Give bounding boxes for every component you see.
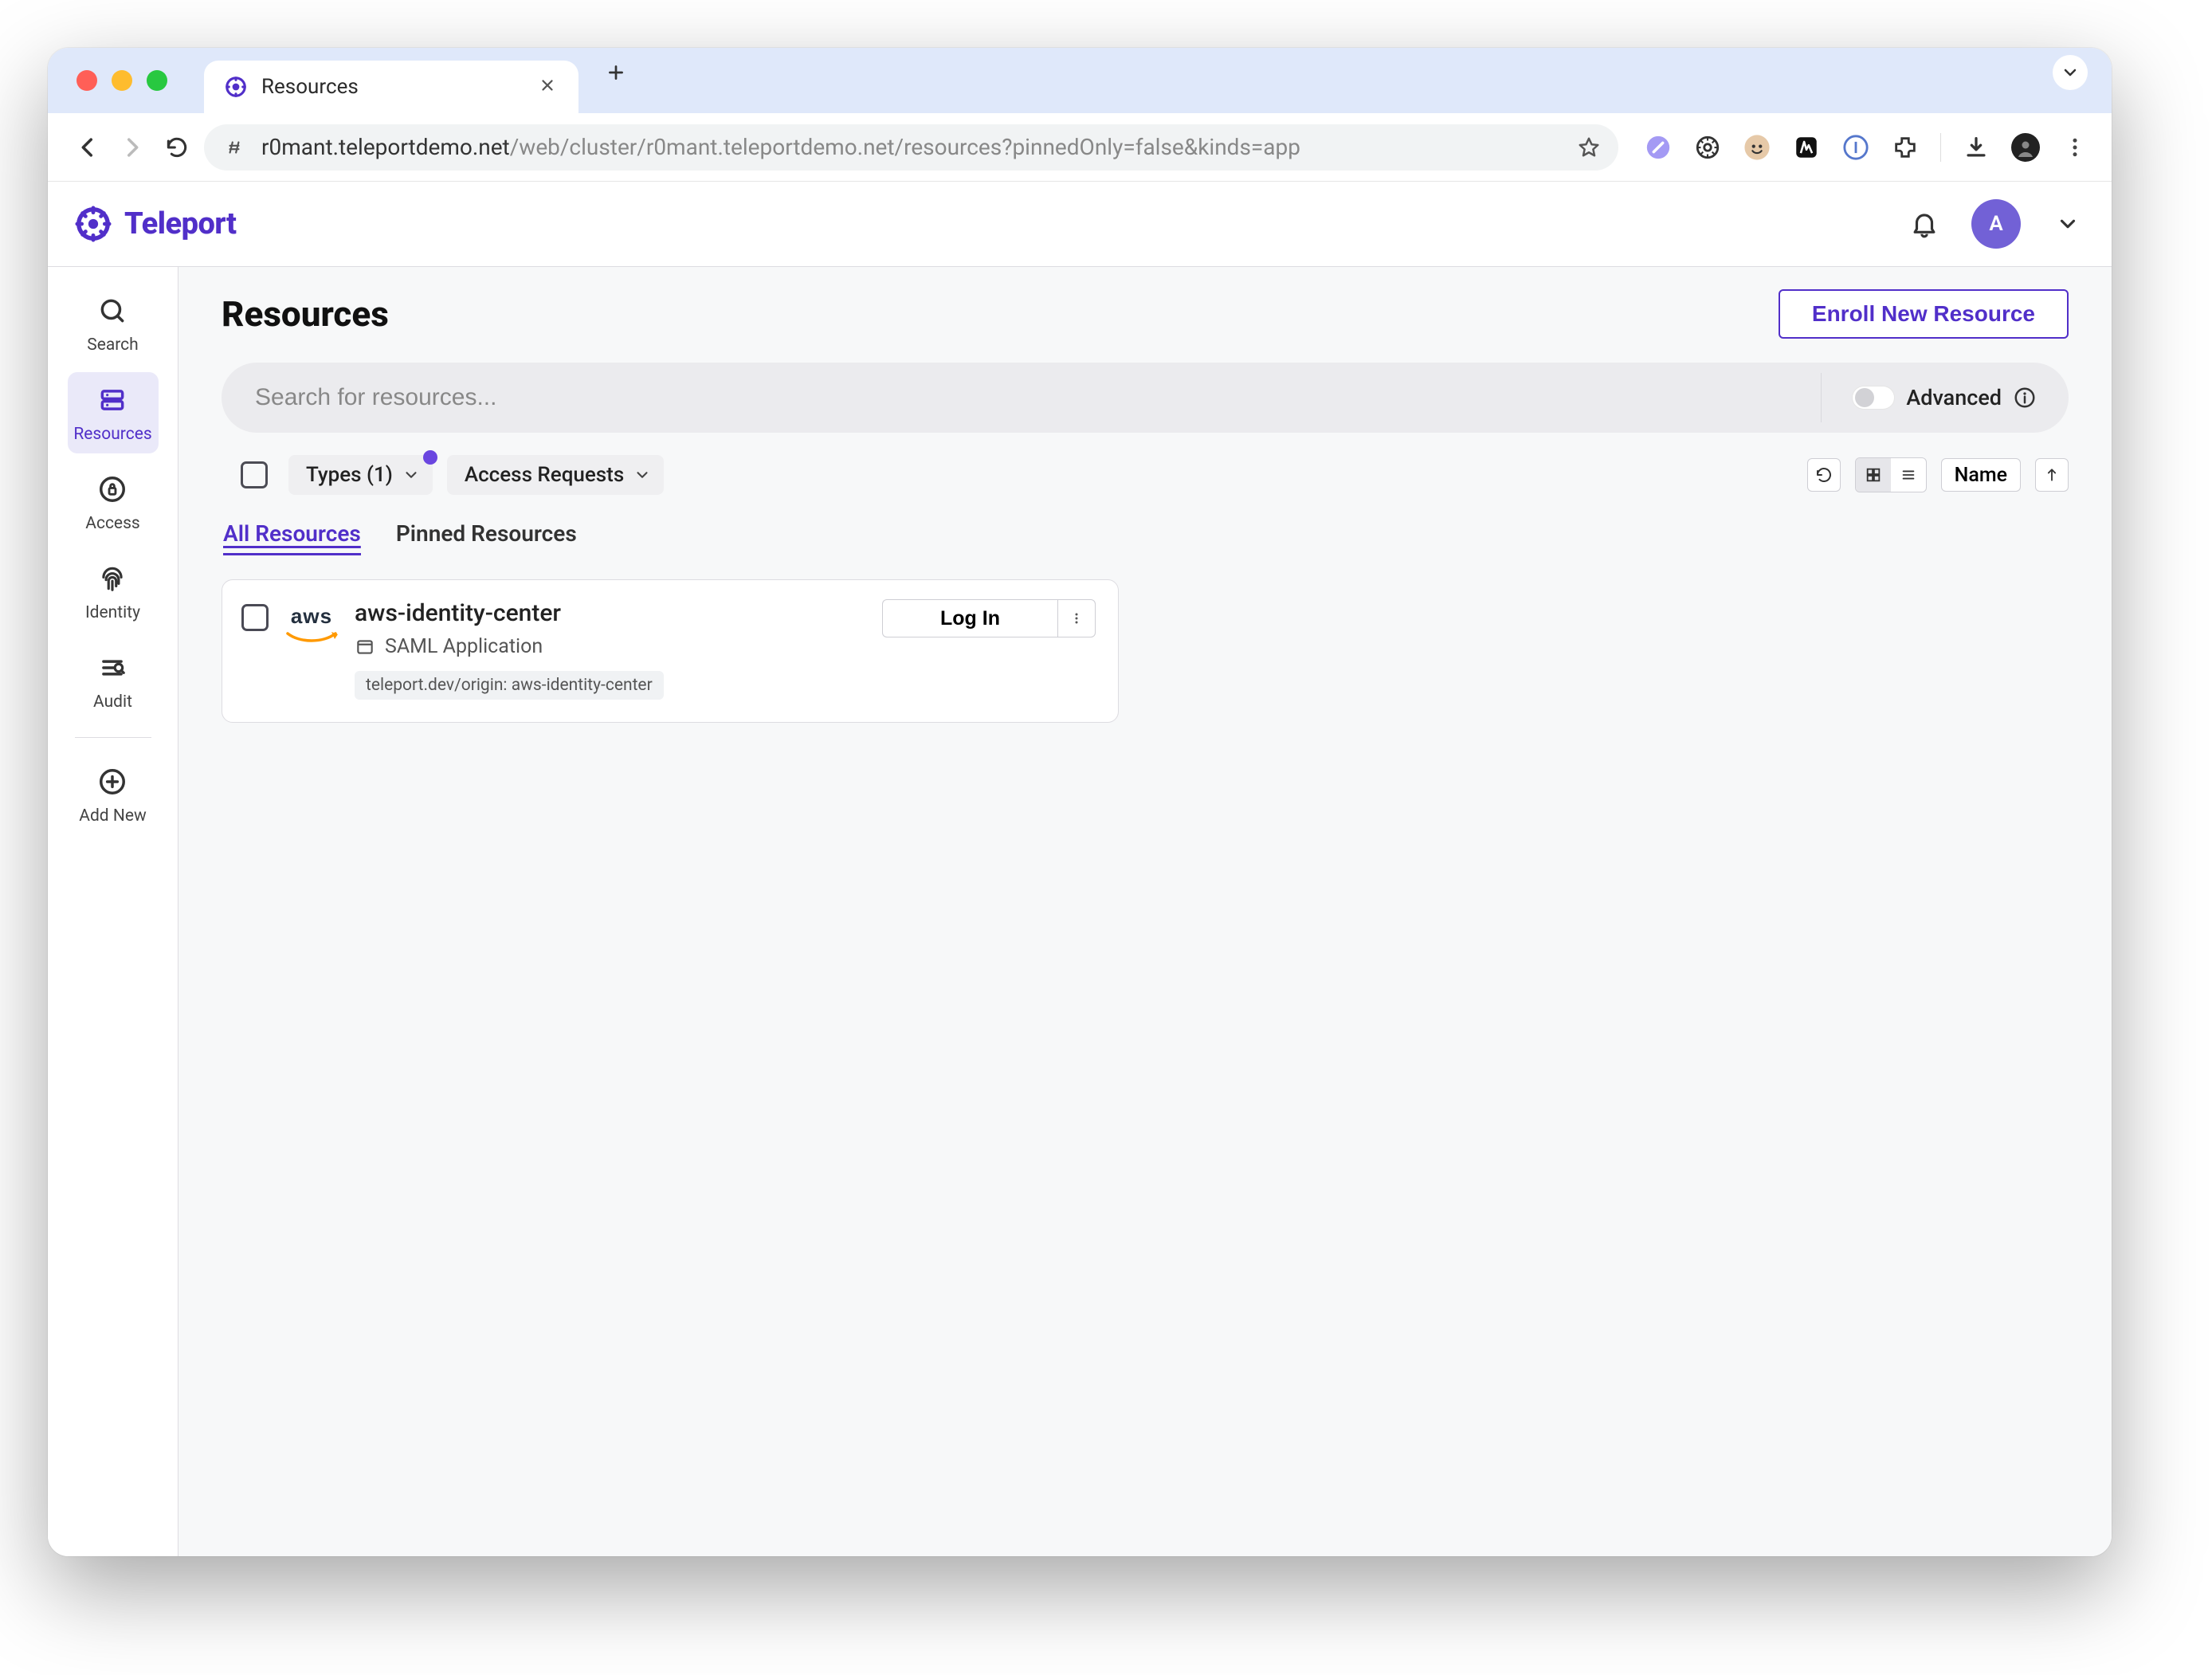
chevron-down-icon bbox=[633, 466, 651, 484]
audit-icon bbox=[97, 653, 129, 685]
url-text: r0mant.teleportdemo.net/web/cluster/r0ma… bbox=[261, 134, 1563, 160]
bookmark-icon[interactable] bbox=[1577, 135, 1601, 159]
extensions-menu-icon[interactable] bbox=[1891, 133, 1920, 162]
extension-2-icon[interactable] bbox=[1693, 133, 1722, 162]
extension-3-icon[interactable] bbox=[1743, 133, 1771, 162]
resource-menu-button[interactable] bbox=[1057, 599, 1096, 637]
notifications-icon[interactable] bbox=[1908, 207, 1941, 241]
extension-4-icon[interactable] bbox=[1792, 133, 1821, 162]
address-bar[interactable]: r0mant.teleportdemo.net/web/cluster/r0ma… bbox=[204, 124, 1618, 171]
types-filter-button[interactable]: Types (1) bbox=[288, 455, 433, 495]
sidebar-item-search[interactable]: Search bbox=[68, 283, 159, 364]
refresh-button[interactable] bbox=[1807, 458, 1841, 492]
resource-name: aws-identity-center bbox=[355, 599, 868, 627]
page-title: Resources bbox=[222, 293, 389, 335]
sidebar-item-identity[interactable]: Identity bbox=[68, 551, 159, 632]
fingerprint-icon bbox=[97, 563, 129, 595]
divider bbox=[1821, 373, 1822, 422]
sort-button[interactable]: Name bbox=[1941, 458, 2021, 492]
browser-tab[interactable]: Resources bbox=[204, 61, 578, 113]
window-controls bbox=[76, 70, 167, 91]
select-all-checkbox[interactable] bbox=[241, 461, 268, 488]
close-window-icon[interactable] bbox=[76, 70, 97, 91]
browser-tabstrip: Resources bbox=[48, 48, 2112, 113]
access-requests-label: Access Requests bbox=[465, 463, 624, 487]
sidebar-item-label: Audit bbox=[93, 692, 132, 712]
brand-name: Teleport bbox=[124, 206, 236, 241]
teleport-logo-icon bbox=[75, 206, 112, 242]
minimize-window-icon[interactable] bbox=[112, 70, 132, 91]
view-toggle bbox=[1855, 457, 1927, 492]
user-menu-chevron-icon[interactable] bbox=[2051, 207, 2085, 241]
plus-circle-icon bbox=[97, 767, 129, 798]
tab-favicon-icon bbox=[223, 74, 249, 100]
extension-1-icon[interactable] bbox=[1644, 133, 1673, 162]
extension-5-icon[interactable] bbox=[1841, 133, 1870, 162]
tab-overflow-button[interactable] bbox=[2053, 55, 2088, 90]
sidebar-separator bbox=[75, 737, 151, 738]
list-view-button[interactable] bbox=[1891, 458, 1926, 492]
forward-button[interactable] bbox=[115, 130, 150, 165]
aws-logo-icon: aws bbox=[283, 599, 340, 700]
app-header: Teleport A bbox=[48, 182, 2112, 267]
sort-label: Name bbox=[1955, 464, 2007, 487]
sidebar-item-label: Access bbox=[85, 514, 140, 533]
downloads-icon[interactable] bbox=[1962, 133, 1990, 162]
new-tab-button[interactable] bbox=[602, 59, 629, 86]
sidebar-item-label: Search bbox=[87, 335, 139, 355]
types-filter-label: Types (1) bbox=[306, 463, 393, 487]
sidebar-item-label: Resources bbox=[73, 425, 151, 444]
search-input[interactable] bbox=[253, 383, 1790, 412]
advanced-toggle[interactable] bbox=[1852, 386, 1895, 410]
sidebar-item-access[interactable]: Access bbox=[68, 461, 159, 543]
search-bar: Advanced bbox=[222, 363, 2069, 433]
info-icon[interactable] bbox=[2013, 386, 2037, 410]
close-tab-icon[interactable] bbox=[539, 76, 559, 97]
resource-tabs: All Resources Pinned Resources bbox=[223, 520, 2069, 555]
chrome-menu-icon[interactable] bbox=[2061, 133, 2089, 162]
sort-direction-button[interactable] bbox=[2035, 458, 2069, 492]
brand[interactable]: Teleport bbox=[75, 206, 236, 242]
sidebar-item-resources[interactable]: Resources bbox=[68, 372, 159, 453]
chevron-down-icon bbox=[402, 466, 420, 484]
tab-all-resources[interactable]: All Resources bbox=[223, 520, 361, 555]
server-icon bbox=[97, 385, 129, 417]
enroll-resource-button[interactable]: Enroll New Resource bbox=[1779, 289, 2069, 339]
browser-toolbar: r0mant.teleportdemo.net/web/cluster/r0ma… bbox=[48, 113, 2112, 182]
browser-window: Resources bbox=[48, 48, 2112, 1556]
sidebar-item-label: Identity bbox=[85, 603, 140, 622]
tab-title: Resources bbox=[261, 75, 526, 99]
maximize-window-icon[interactable] bbox=[147, 70, 167, 91]
tab-pinned-resources[interactable]: Pinned Resources bbox=[396, 520, 577, 555]
lock-icon bbox=[97, 474, 129, 506]
sidebar-item-audit[interactable]: Audit bbox=[68, 640, 159, 721]
reload-button[interactable] bbox=[159, 130, 194, 165]
access-requests-button[interactable]: Access Requests bbox=[447, 455, 664, 495]
sidebar-item-label: Add New bbox=[79, 806, 147, 826]
user-avatar[interactable]: A bbox=[1971, 199, 2021, 249]
extension-icons bbox=[1644, 133, 2089, 162]
profile-avatar-icon[interactable] bbox=[2011, 133, 2040, 162]
user-initial: A bbox=[1989, 212, 2002, 236]
grid-view-button[interactable] bbox=[1856, 458, 1891, 492]
sidebar-item-add-new[interactable]: Add New bbox=[68, 754, 159, 835]
resource-tag: teleport.dev/origin: aws-identity-center bbox=[355, 671, 664, 700]
resource-checkbox[interactable] bbox=[241, 604, 269, 631]
sidebar: Search Resources Access bbox=[48, 267, 178, 1556]
site-settings-icon[interactable] bbox=[222, 135, 247, 160]
resource-kind: SAML Application bbox=[385, 635, 543, 658]
search-icon bbox=[97, 296, 129, 328]
resource-card: aws aws-identity-center bbox=[222, 579, 1119, 723]
application-icon bbox=[355, 637, 375, 657]
main-content: Resources Enroll New Resource Advanced bbox=[178, 267, 2112, 1556]
advanced-label: Advanced bbox=[1906, 385, 2002, 410]
login-button[interactable]: Log In bbox=[882, 599, 1057, 637]
back-button[interactable] bbox=[70, 130, 105, 165]
filter-row: Types (1) Access Requests bbox=[222, 455, 2069, 495]
